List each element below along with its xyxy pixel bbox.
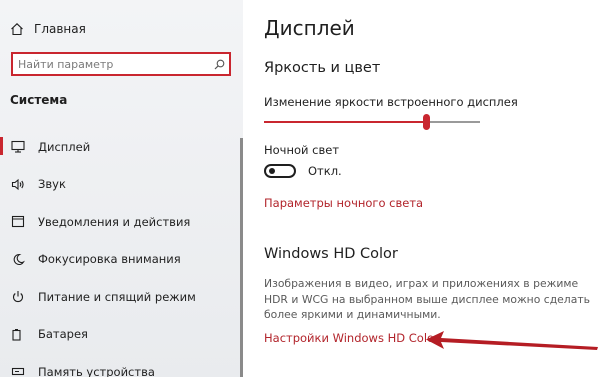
sidebar-item-label: Уведомления и действия	[38, 214, 191, 229]
night-light-label: Ночной свет	[264, 143, 340, 157]
hdr-heading: Windows HD Color	[264, 246, 398, 262]
brightness-slider[interactable]	[264, 114, 480, 130]
night-light-settings-link[interactable]: Параметры ночного света	[264, 196, 423, 210]
section-title: Система	[10, 93, 68, 107]
sidebar-item-battery[interactable]: Батарея	[0, 316, 240, 354]
sidebar-item-power-sleep[interactable]: Питание и спящий режим	[0, 278, 240, 316]
page-title: Дисплей	[264, 16, 355, 40]
sidebar-item-label: Батарея	[38, 327, 88, 342]
night-light-toggle[interactable]	[264, 164, 296, 178]
sidebar-item-sound[interactable]: Звук	[0, 166, 240, 204]
sidebar: Главная Система Дисплей	[0, 0, 243, 377]
power-icon	[11, 290, 33, 303]
monitor-icon	[11, 140, 33, 153]
night-light-state: Откл.	[308, 164, 342, 178]
sidebar-item-focus-assist[interactable]: Фокусировка внимания	[0, 241, 240, 279]
search-input[interactable]	[13, 55, 209, 73]
home-icon	[11, 23, 23, 36]
sidebar-item-display[interactable]: Дисплей	[0, 128, 240, 166]
notification-icon	[11, 215, 33, 228]
brightness-heading: Яркость и цвет	[264, 60, 381, 76]
sidebar-item-label: Дисплей	[38, 139, 91, 154]
brightness-label: Изменение яркости встроенного дисплея	[264, 95, 518, 109]
speaker-icon	[11, 178, 33, 191]
sidebar-nav: Дисплей Звук Уведомления и действия Фоку…	[0, 128, 240, 377]
sidebar-item-label: Фокусировка внимания	[38, 252, 181, 267]
search-box[interactable]	[11, 52, 231, 76]
slider-fill	[264, 121, 426, 123]
toggle-knob	[269, 168, 275, 174]
slider-thumb[interactable]	[423, 114, 430, 130]
sidebar-item-notifications[interactable]: Уведомления и действия	[0, 203, 240, 241]
annotation-arrow	[426, 331, 598, 350]
sidebar-item-label: Память устройства	[38, 364, 155, 377]
night-light-toggle-row: Откл.	[264, 164, 342, 178]
sidebar-item-storage[interactable]: Память устройства	[0, 353, 240, 377]
storage-icon	[11, 365, 33, 377]
home-link[interactable]: Главная	[10, 19, 86, 39]
moon-icon	[11, 253, 33, 266]
hdr-settings-link[interactable]: Настройки Windows HD Color	[264, 331, 439, 345]
battery-icon	[11, 328, 33, 341]
sidebar-scrollbar[interactable]	[240, 138, 243, 377]
search-icon[interactable]	[209, 59, 229, 70]
main-content: Дисплей Яркость и цвет Изменение яркости…	[264, 0, 600, 377]
sidebar-item-label: Питание и спящий режим	[38, 289, 196, 304]
home-label: Главная	[34, 22, 86, 36]
hdr-description: Изображения в видео, играх и приложениях…	[264, 277, 590, 321]
sidebar-item-label: Звук	[38, 177, 66, 192]
